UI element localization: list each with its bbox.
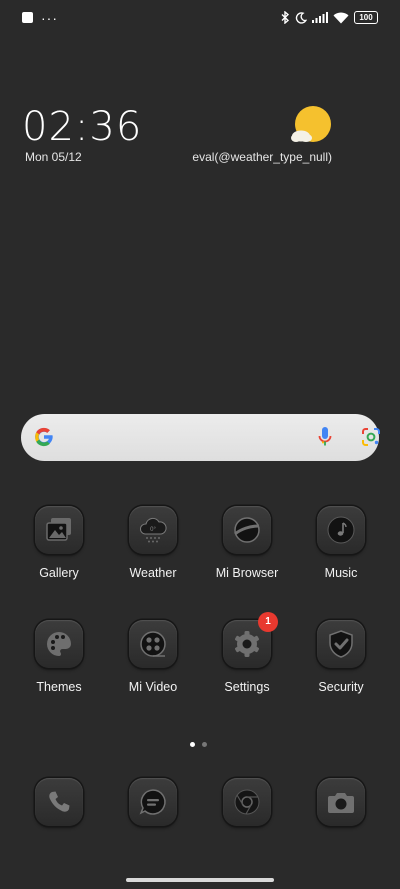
- dock-phone[interactable]: [12, 778, 106, 826]
- app-weather[interactable]: 0° Weather: [106, 506, 200, 580]
- film-reel-icon: [129, 620, 177, 668]
- sun-cloud-icon[interactable]: [290, 105, 332, 147]
- app-settings[interactable]: 1 Settings: [200, 612, 294, 694]
- weather-cloud-icon: 0°: [129, 506, 177, 554]
- palette-icon: [35, 620, 83, 668]
- app-themes[interactable]: Themes: [12, 620, 106, 694]
- camera-icon: [317, 778, 365, 826]
- app-mi-browser[interactable]: Mi Browser: [200, 506, 294, 580]
- app-label-mi-video: Mi Video: [128, 680, 178, 694]
- chrome-icon: [223, 778, 271, 826]
- signal-icon: [312, 12, 328, 23]
- app-music[interactable]: Music: [294, 506, 388, 580]
- dock-chrome[interactable]: [200, 778, 294, 826]
- weather-text[interactable]: eval(@weather_type_null): [192, 150, 332, 164]
- google-g-icon: [35, 427, 53, 447]
- clock-time[interactable]: 02:36: [22, 104, 142, 150]
- planet-icon: [223, 506, 271, 554]
- music-note-icon: [317, 506, 365, 554]
- wifi-icon: [333, 12, 349, 23]
- more-dots-icon: ···: [41, 9, 58, 26]
- microphone-icon[interactable]: [317, 426, 333, 448]
- home-indicator[interactable]: [126, 878, 274, 882]
- app-label-weather: Weather: [129, 566, 177, 580]
- gear-icon: 1: [223, 612, 278, 668]
- gallery-icon: [35, 506, 83, 554]
- app-label-security: Security: [318, 680, 364, 694]
- app-label-themes: Themes: [36, 680, 82, 694]
- notification-badge: 1: [258, 612, 278, 632]
- page-dot-1: [190, 742, 195, 747]
- app-gallery[interactable]: Gallery: [12, 506, 106, 580]
- google-lens-icon[interactable]: [361, 427, 381, 447]
- dock-camera[interactable]: [294, 778, 388, 826]
- dock-messages[interactable]: [106, 778, 200, 826]
- status-bar: ··· 100: [0, 0, 400, 38]
- messages-icon: [129, 778, 177, 826]
- app-mi-video[interactable]: Mi Video: [106, 620, 200, 694]
- page-dot-2: [202, 742, 207, 747]
- app-label-mi-browser: Mi Browser: [215, 566, 279, 580]
- clock-date[interactable]: Mon 05/12: [25, 150, 82, 164]
- bluetooth-icon: [281, 11, 290, 24]
- status-bar-left: ···: [22, 9, 58, 26]
- shield-check-icon: [317, 620, 365, 668]
- app-label-settings: Settings: [224, 680, 270, 694]
- notification-square-icon: [22, 12, 33, 23]
- battery-level: 100: [359, 13, 373, 22]
- phone-icon: [35, 778, 83, 826]
- app-label-gallery: Gallery: [39, 566, 79, 580]
- battery-icon: 100: [354, 11, 378, 24]
- status-bar-right: 100: [281, 11, 378, 24]
- weather-icon-temp: 0°: [150, 527, 156, 533]
- app-label-music: Music: [324, 566, 358, 580]
- google-search-bar[interactable]: [21, 414, 381, 461]
- page-indicator: [190, 742, 207, 747]
- moon-icon: [295, 11, 307, 24]
- app-security[interactable]: Security: [294, 620, 388, 694]
